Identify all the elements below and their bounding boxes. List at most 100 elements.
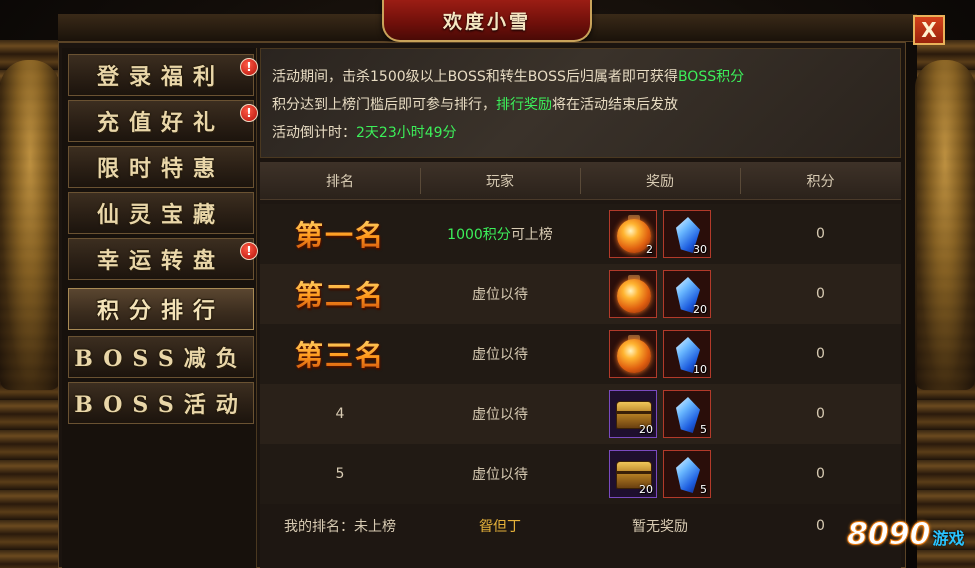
sidebar-item-label: 积分排行 (96, 298, 225, 324)
score-cell: 0 (816, 466, 825, 482)
table-row: 第一名 1000积分 可上榜 2 30 0 (260, 204, 901, 264)
info-line-1: 活动期间，击杀1500级以上BOSS和转生BOSS后归属者即可获得BOSS积分 (272, 63, 889, 91)
sidebar-item-boss-event[interactable]: BOSS活动 (68, 382, 254, 424)
ranking-reward-highlight: 排行奖励 (496, 97, 552, 113)
item-count: 20 (639, 483, 653, 496)
right-guardian-statue (915, 60, 975, 390)
sidebar-item-points-ranking[interactable]: 积分排行 (68, 288, 254, 330)
player-cell: 1000积分 可上榜 (420, 204, 580, 264)
item-count: 2 (646, 243, 653, 256)
rank-third-title: 第三名 (295, 334, 385, 374)
sidebar-item-label: BOSS活动 (74, 392, 248, 418)
rank-cell: 4 (335, 406, 345, 422)
score-cell: 0 (816, 286, 825, 302)
countdown-value: 2天23小时49分 (356, 125, 457, 141)
info-text: 将在活动结束后发放 (552, 97, 678, 113)
sidebar-item-lucky-wheel[interactable]: 幸运转盘 ! (68, 238, 258, 280)
crystal-icon[interactable]: 10 (663, 330, 711, 378)
alert-badge-icon: ! (240, 58, 258, 76)
potion-body (617, 279, 651, 313)
logo-number: 8090 (847, 517, 931, 553)
crystal-icon[interactable]: 30 (663, 210, 711, 258)
sidebar-item-recharge-gift[interactable]: 充值好礼 ! (68, 100, 258, 142)
sidebar-item-label: 仙灵宝藏 (96, 202, 225, 228)
header-rank: 排名 (326, 174, 354, 190)
player-cell: 虚位以待 (472, 287, 528, 303)
player-text: 可上榜 (510, 227, 553, 243)
reward-cell: 2 30 (609, 204, 711, 264)
treasure-chest-icon[interactable]: 20 (609, 450, 657, 498)
event-info-box: 活动期间，击杀1500级以上BOSS和转生BOSS后归属者即可获得BOSS积分 … (260, 48, 901, 158)
table-header: 排名 玩家 奖励 积分 (260, 162, 901, 200)
sidebar-item-spirit-treasure[interactable]: 仙灵宝藏 (68, 192, 254, 234)
rank-second-title: 第二名 (295, 274, 385, 314)
alert-badge-icon: ! (240, 104, 258, 122)
item-count: 5 (700, 483, 707, 496)
item-count: 20 (693, 303, 707, 316)
table-row: 第二名 虚位以待 20 0 (260, 264, 901, 324)
treasure-chest-icon[interactable]: 20 (609, 390, 657, 438)
item-count: 10 (693, 363, 707, 376)
countdown-label: 活动倒计时： (272, 125, 356, 141)
rank-cell: 第二名 (260, 264, 420, 324)
table-row: 第三名 虚位以待 10 0 (260, 324, 901, 384)
rank-cell: 第三名 (260, 324, 420, 384)
player-cell: 虚位以待 (472, 347, 528, 363)
info-text: 活动期间，击杀1500级以上BOSS和转生BOSS后归属者即可获得 (272, 69, 678, 85)
site-logo-watermark: 8090 游戏 (847, 517, 972, 561)
score-cell: 0 (816, 226, 825, 242)
info-line-3: 活动倒计时：2天23小时49分 (272, 119, 889, 147)
reward-cell: 20 5 (609, 384, 711, 444)
alert-badge-icon: ! (240, 242, 258, 260)
score-cell: 0 (816, 346, 825, 362)
info-line-2: 积分达到上榜门槛后即可参与排行，排行奖励将在活动结束后发放 (272, 91, 889, 119)
chest-band (616, 471, 652, 474)
player-cell: 虚位以待 (472, 467, 528, 483)
score-cell: 0 (816, 406, 825, 422)
rank-first-title: 第一名 (295, 214, 385, 254)
sidebar-item-boss-relief[interactable]: BOSS减负 (68, 336, 254, 378)
table-row: 5 虚位以待 20 5 0 (260, 444, 901, 504)
potion-body (617, 339, 651, 373)
threshold-points: 1000积分 (447, 227, 511, 243)
item-count: 5 (700, 423, 707, 436)
crystal-icon[interactable]: 5 (663, 390, 711, 438)
header-player: 玩家 (486, 174, 514, 190)
sidebar-item-label: BOSS减负 (74, 346, 248, 372)
sidebar-item-label: 幸运转盘 (96, 248, 225, 274)
logo-word: 游戏 (932, 529, 965, 548)
sidebar-item-label: 限时特惠 (96, 156, 225, 182)
potion-icon[interactable]: 2 (609, 210, 657, 258)
my-rank-label: 我的排名：未上榜 (284, 519, 396, 535)
header-score: 积分 (806, 174, 835, 190)
window-title: 欢度小雪 (442, 10, 531, 33)
close-x-icon[interactable]: X (921, 20, 936, 40)
sidebar-item-label: 充值好礼 (96, 110, 225, 136)
potion-icon[interactable] (609, 330, 657, 378)
crystal-icon[interactable]: 5 (663, 450, 711, 498)
info-text: 积分达到上榜门槛后即可参与排行， (272, 97, 496, 113)
potion-icon[interactable] (609, 270, 657, 318)
item-count: 20 (639, 423, 653, 436)
sidebar-item-login-welfare[interactable]: 登录福利 ! (68, 54, 258, 96)
ranking-table: 排名 玩家 奖励 积分 第一名 1000积分 可上榜 2 30 0 第二名 虚位… (260, 162, 901, 568)
left-guardian-statue (0, 60, 60, 390)
my-reward: 暂无奖励 (632, 519, 688, 535)
chest-band (616, 411, 652, 414)
sidebar-item-limited-offer[interactable]: 限时特惠 (68, 146, 254, 188)
window-title-plate: 欢度小雪 (382, 0, 592, 42)
sidebar-item-label: 登录福利 (96, 64, 225, 90)
crystal-shape (676, 457, 700, 493)
reward-cell: 20 (609, 264, 711, 324)
item-count: 30 (693, 243, 707, 256)
rank-cell: 第一名 (260, 204, 420, 264)
my-player-name: 眢但丁 (479, 519, 521, 535)
reward-cell: 10 (609, 324, 711, 384)
my-rank-row: 我的排名：未上榜 眢但丁 暂无奖励 0 (260, 500, 901, 552)
crystal-shape (676, 397, 700, 433)
player-cell: 虚位以待 (472, 407, 528, 423)
rank-cell: 5 (335, 466, 345, 482)
table-row: 4 虚位以待 20 5 0 (260, 384, 901, 444)
crystal-icon[interactable]: 20 (663, 270, 711, 318)
close-button[interactable]: X (913, 15, 945, 45)
